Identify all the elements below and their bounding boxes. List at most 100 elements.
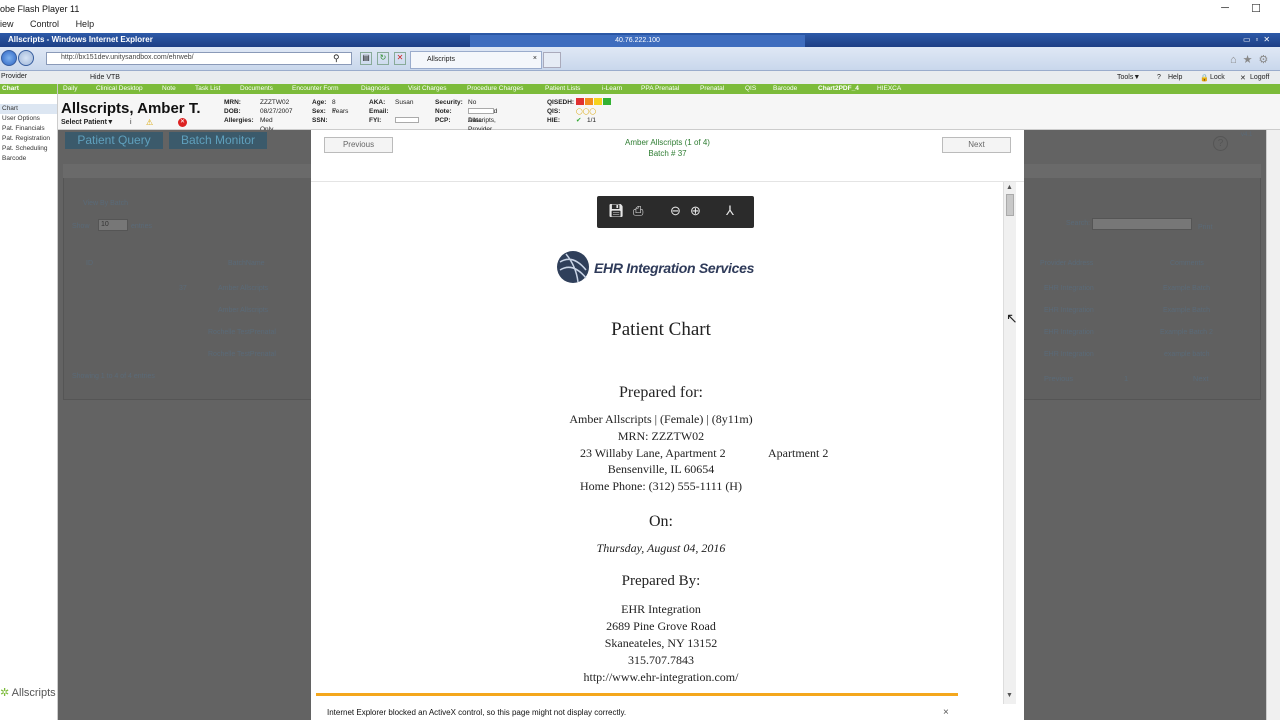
tab-daily[interactable]: Daily xyxy=(63,85,77,92)
tab-i-learn[interactable]: i-Learn xyxy=(602,85,622,92)
print-icon[interactable]: ⎙ xyxy=(633,204,643,218)
tab-note[interactable]: Note xyxy=(162,85,176,92)
address-bar[interactable]: http://bx151dev.unitysandbox.com/ehrweb/ xyxy=(46,52,352,65)
nav-chart[interactable]: Chart xyxy=(0,104,57,114)
help-circle-icon[interactable]: ? xyxy=(1213,136,1228,151)
tab-ppa-prenatal[interactable]: PPA Prenatal xyxy=(641,85,679,92)
col-batchname[interactable]: BatchName xyxy=(228,260,265,267)
tab-clinical-desktop[interactable]: Clinical Desktop xyxy=(96,85,143,92)
pcp-label: PCP: xyxy=(435,117,451,124)
logoff-link[interactable]: Logoff xyxy=(1250,74,1269,81)
bg-prev-link[interactable]: Previous xyxy=(1044,374,1073,383)
col-provider-address[interactable]: Provider Address xyxy=(1040,260,1093,267)
note-box[interactable] xyxy=(468,108,494,114)
adobe-acrobat-icon[interactable]: ⅄ xyxy=(726,204,734,218)
col-id[interactable]: ID xyxy=(86,260,93,267)
tab-qis[interactable]: QIS xyxy=(745,85,756,92)
patient-line: Amber Allscripts | (Female) | (8y11m) xyxy=(569,412,753,426)
ie-tools-icons[interactable]: ⌂★⚙ xyxy=(1230,53,1274,66)
stop-icon[interactable]: ✕ xyxy=(394,52,406,65)
patient-query-button[interactable]: Patient Query xyxy=(65,132,163,149)
zoom-out-icon[interactable]: ⊖ xyxy=(670,204,681,218)
allscripts-logo: ✲ Allscripts xyxy=(0,687,56,699)
close-icon[interactable]: × xyxy=(943,707,949,718)
tab-prenatal[interactable]: Prenatal xyxy=(700,85,724,92)
nav-user-options[interactable]: User Options xyxy=(0,114,57,124)
activex-info-bar[interactable]: Internet Explorer blocked an ActiveX con… xyxy=(316,693,958,720)
new-tab-button[interactable] xyxy=(543,52,561,68)
hide-vtb-link[interactable]: Hide VTB xyxy=(90,74,120,81)
tab-task-list[interactable]: Task List xyxy=(195,85,220,92)
menu-help[interactable]: Help xyxy=(76,19,95,29)
qisedh-flag-yellow[interactable] xyxy=(594,98,602,105)
alert-icon[interactable]: ✕ xyxy=(178,118,187,127)
tab-barcode[interactable]: Barcode xyxy=(773,85,797,92)
nav-pat-scheduling[interactable]: Pat. Scheduling xyxy=(0,144,57,154)
entries-select[interactable]: 10 xyxy=(98,219,128,231)
tab-procedure-charges[interactable]: Procedure Charges xyxy=(467,85,523,92)
scroll-down-icon[interactable]: ▼ xyxy=(1006,692,1013,699)
help-link[interactable]: Help xyxy=(1168,74,1182,81)
ie-window-controls[interactable]: ▭▫✕ xyxy=(1243,35,1279,45)
page-scrollbar[interactable] xyxy=(1266,130,1280,720)
bg-row-3-name: Rochelle TestPrenatal xyxy=(208,351,276,358)
bg-next-link[interactable]: Next xyxy=(1193,374,1208,383)
scroll-up-icon[interactable]: ▲ xyxy=(1006,184,1013,191)
zoom-in-icon[interactable]: ⊕ xyxy=(690,204,701,218)
refresh-icon[interactable]: ↻ xyxy=(377,52,389,65)
browser-tab[interactable]: Allscripts × xyxy=(410,51,542,69)
maximize-button[interactable]: ☐ xyxy=(1247,2,1265,16)
view-by-batch-select[interactable]: View By Batch xyxy=(83,200,128,207)
org-url[interactable]: http://www.ehr-integration.com/ xyxy=(311,670,1011,685)
warning-icon[interactable]: ⚠ xyxy=(146,118,153,127)
tab-visit-charges[interactable]: Visit Charges xyxy=(408,85,447,92)
tools-menu[interactable]: Tools▼ xyxy=(1117,74,1140,81)
save-icon[interactable]: 💾︎ xyxy=(608,204,625,218)
print-button[interactable]: Print xyxy=(1198,224,1212,231)
tab-patient-lists[interactable]: Patient Lists xyxy=(545,85,580,92)
qisedh-flag-orange[interactable] xyxy=(585,98,593,105)
qisedh-flag-red[interactable] xyxy=(576,98,584,105)
sex-value: F xyxy=(332,108,336,115)
menu-view[interactable]: iew xyxy=(0,19,14,29)
tab-chart2pdf[interactable]: Chart2PDF_4 xyxy=(818,85,859,92)
org-name: EHR Integration xyxy=(621,602,701,616)
forward-icon[interactable] xyxy=(18,50,34,66)
hie-label: HIE: xyxy=(547,117,560,124)
col-comments[interactable]: Comments xyxy=(1170,260,1204,267)
next-button[interactable]: Next xyxy=(942,137,1011,153)
nav-barcode[interactable]: Barcode xyxy=(0,154,57,164)
tab-hiexca[interactable]: HIEXCA xyxy=(877,85,901,92)
tab-documents[interactable]: Documents xyxy=(240,85,273,92)
minimize-button[interactable]: ─ xyxy=(1216,2,1234,16)
favorites-icon[interactable]: ★ xyxy=(1243,54,1259,66)
remote-connection-bar[interactable]: 40.76.222.100 xyxy=(470,35,805,47)
fyi-box[interactable] xyxy=(395,117,419,123)
scroll-thumb[interactable] xyxy=(1006,194,1014,216)
bg-page-number[interactable]: 1 xyxy=(1124,374,1128,383)
compat-view-icon[interactable]: ▤ xyxy=(360,52,372,65)
left-navigation: Chart Chart User Options Pat. Financials… xyxy=(0,84,58,720)
close-tab-icon[interactable]: × xyxy=(533,55,537,62)
qisedh-flag-green[interactable] xyxy=(603,98,611,105)
nav-pat-financials[interactable]: Pat. Financials xyxy=(0,124,57,134)
select-patient-dropdown[interactable]: Select Patient▼ xyxy=(61,119,114,126)
mrn-value: ZZZTW02 xyxy=(260,99,290,106)
lock-link[interactable]: Lock xyxy=(1210,74,1225,81)
home-icon[interactable]: ⌂ xyxy=(1230,54,1243,66)
age-label: Age: xyxy=(312,99,327,106)
search-input[interactable] xyxy=(1092,218,1192,230)
menu-control[interactable]: Control xyxy=(30,19,59,29)
nav-pat-registration[interactable]: Pat. Registration xyxy=(0,134,57,144)
tab-diagnosis[interactable]: Diagnosis xyxy=(361,85,390,92)
info-icon[interactable]: i xyxy=(130,119,132,126)
back-icon[interactable] xyxy=(1,50,17,66)
viewer-heading: Amber Allscripts (1 of 4) xyxy=(625,138,710,147)
gear-icon[interactable]: ⚙ xyxy=(1259,54,1275,66)
document-scrollbar[interactable]: ▲ ▼ xyxy=(1003,182,1016,704)
nav-chart-header[interactable]: Chart xyxy=(0,84,57,94)
search-icon[interactable]: ⚲ xyxy=(333,53,340,64)
previous-button[interactable]: Previous xyxy=(324,137,393,153)
batch-monitor-button[interactable]: Batch Monitor xyxy=(169,132,267,149)
tab-encounter-form[interactable]: Encounter Form xyxy=(292,85,339,92)
